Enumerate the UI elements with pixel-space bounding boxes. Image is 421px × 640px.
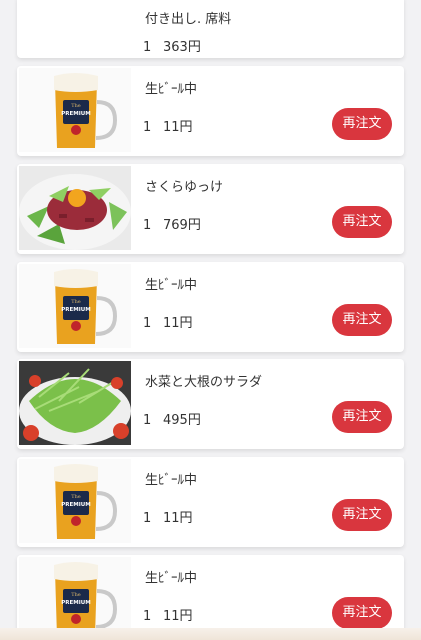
item-qty-price: 1 11円	[143, 605, 193, 624]
order-item-card: 付き出し. 席料 1 363円	[17, 0, 404, 58]
item-quantity: 1	[143, 120, 152, 135]
beer-brand-top: The	[71, 299, 81, 305]
order-item-card: The PREMIUM 生ﾋﾞｰﾙ中 1 11円 再注文	[17, 66, 404, 156]
yukke-image	[19, 166, 131, 250]
item-name: さくらゆっけ	[145, 180, 224, 195]
reorder-button[interactable]: 再注文	[332, 304, 392, 336]
beer-glass-image: The PREMIUM	[19, 459, 131, 543]
item-price: 495円	[163, 413, 201, 428]
beer-brand-text: PREMIUM	[61, 111, 90, 117]
item-qty-price: 1 11円	[143, 312, 193, 331]
item-qty-price: 1 769円	[143, 214, 201, 233]
item-quantity: 1	[143, 316, 152, 331]
beer-brand-text: PREMIUM	[61, 600, 90, 606]
item-name: 付き出し. 席料	[145, 12, 232, 27]
item-qty-price: 1 363円	[143, 36, 201, 55]
item-price: 11円	[163, 511, 193, 526]
item-qty-price: 1 11円	[143, 507, 193, 526]
item-qty-price: 1 495円	[143, 409, 201, 428]
item-quantity: 1	[143, 218, 152, 233]
order-item-card: The PREMIUM 生ﾋﾞｰﾙ中 1 11円 再注文	[17, 457, 404, 547]
item-quantity: 1	[143, 511, 152, 526]
order-item-card: さくらゆっけ 1 769円 再注文	[17, 164, 404, 254]
reorder-button[interactable]: 再注文	[332, 597, 392, 629]
item-price: 769円	[163, 218, 201, 233]
item-quantity: 1	[143, 40, 152, 55]
beer-brand-top: The	[71, 494, 81, 500]
order-item-card: 水菜と大根のサラダ 1 495円 再注文	[17, 359, 404, 449]
item-name: 生ﾋﾞｰﾙ中	[145, 571, 198, 586]
reorder-button[interactable]: 再注文	[332, 108, 392, 140]
order-item-card: The PREMIUM 生ﾋﾞｰﾙ中 1 11円 再注文	[17, 262, 404, 352]
item-qty-price: 1 11円	[143, 116, 193, 135]
item-name: 生ﾋﾞｰﾙ中	[145, 82, 198, 97]
reorder-button[interactable]: 再注文	[332, 206, 392, 238]
reorder-button[interactable]: 再注文	[332, 401, 392, 433]
beer-glass-image: The PREMIUM	[19, 264, 131, 348]
item-price: 11円	[163, 609, 193, 624]
reorder-button[interactable]: 再注文	[332, 499, 392, 531]
item-price: 11円	[163, 316, 193, 331]
item-name: 生ﾋﾞｰﾙ中	[145, 278, 198, 293]
order-history-list: 付き出し. 席料 1 363円 The PREMIUM 生ﾋﾞｰﾙ中 1 11円 再…	[0, 0, 421, 640]
item-quantity: 1	[143, 609, 152, 624]
beer-brand-top: The	[71, 592, 81, 598]
beer-brand-text: PREMIUM	[61, 307, 90, 313]
item-name: 生ﾋﾞｰﾙ中	[145, 473, 198, 488]
item-quantity: 1	[143, 413, 152, 428]
beer-brand-text: PREMIUM	[61, 502, 90, 508]
item-price: 363円	[163, 40, 201, 55]
item-name: 水菜と大根のサラダ	[145, 375, 263, 390]
salad-image	[19, 361, 131, 445]
item-price: 11円	[163, 120, 193, 135]
bottom-background-strip	[0, 628, 421, 640]
beer-brand-top: The	[71, 103, 81, 109]
beer-glass-image: The PREMIUM	[19, 68, 131, 152]
